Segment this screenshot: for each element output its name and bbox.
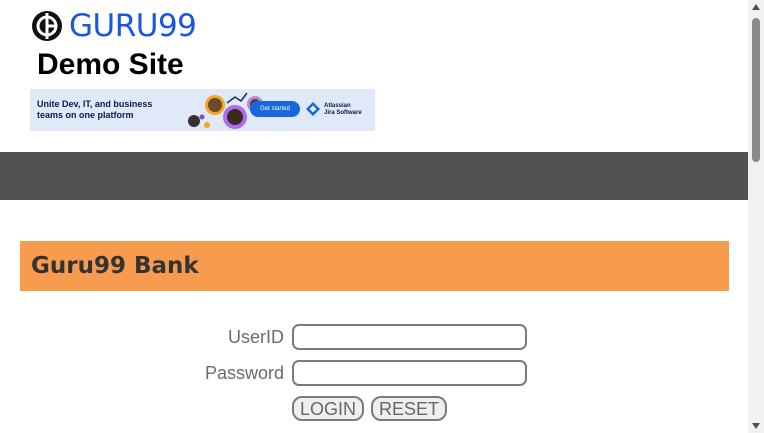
login-button[interactable]: LOGIN [292,396,365,421]
guru99-logo[interactable]: GURU99 [31,8,197,44]
ad-brand: Atlassian Jira Software [324,103,374,117]
page: GURU99 Demo Site Unite Dev, IT, and busi… [0,0,748,433]
ad-brand-line2: Jira Software [324,110,362,116]
logo-text: GURU99 [69,8,197,44]
ad-brand-line1: Atlassian [324,103,351,109]
scrollbar-thumb[interactable] [752,18,760,162]
userid-label: UserID [227,327,284,347]
nav-bar [0,152,748,200]
scroll-up-arrow-icon[interactable] [752,4,760,10]
bank-title: Guru99 Bank [31,253,199,279]
site-title: Demo Site [37,48,184,81]
jira-icon [306,102,320,116]
bank-header-bar: Guru99 Bank [20,241,729,291]
userid-input[interactable] [292,324,527,350]
vertical-scrollbar[interactable] [748,0,764,433]
ad-get-started-button[interactable]: Get started [250,101,300,117]
ad-headline: Unite Dev, IT, and business teams on one… [37,99,153,120]
password-label: Password [204,363,284,383]
guru99-logo-icon [32,11,62,41]
scroll-down-arrow-icon[interactable] [752,423,760,429]
password-input[interactable] [292,360,527,386]
ad-banner[interactable]: Unite Dev, IT, and business teams on one… [30,89,375,131]
reset-button[interactable]: RESET [371,396,448,421]
